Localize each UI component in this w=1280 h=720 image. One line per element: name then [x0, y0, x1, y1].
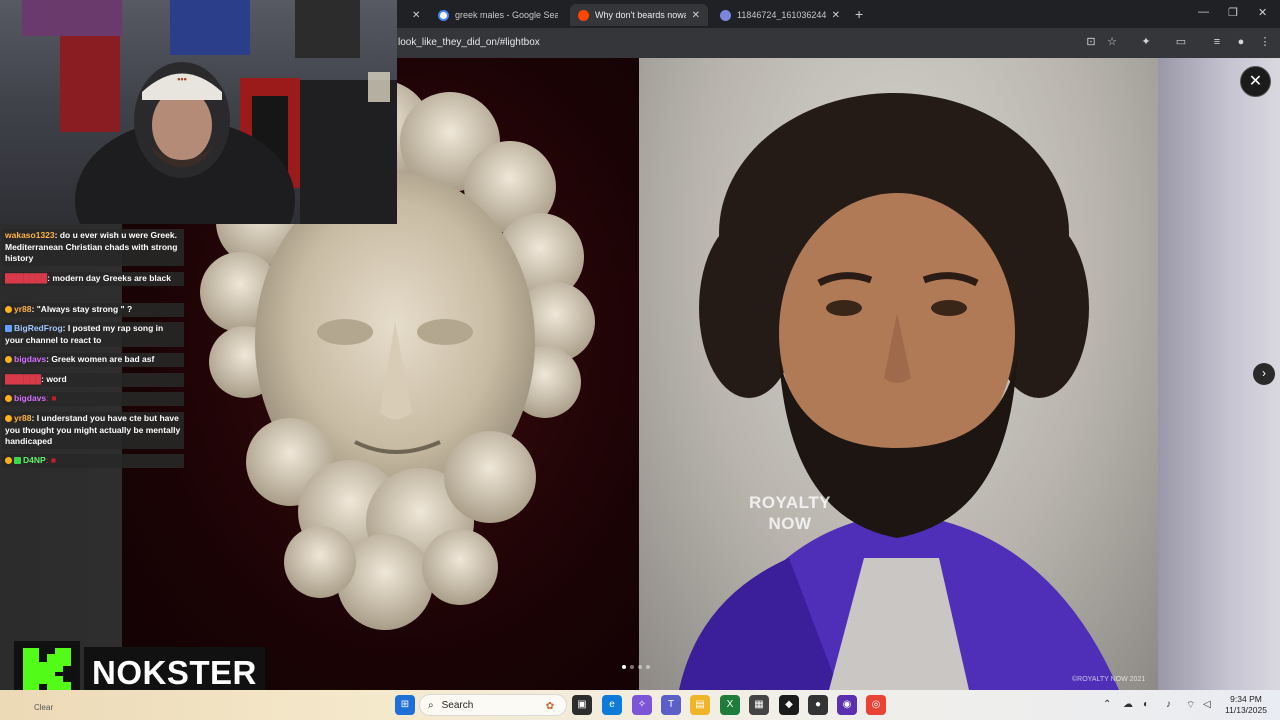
carousel-dot[interactable]: [622, 665, 626, 669]
carousel-dots: [622, 665, 650, 669]
chat-username: ███████: [5, 273, 48, 283]
maximize-icon[interactable]: ❐: [1228, 6, 1238, 19]
chat-text: : word: [41, 374, 67, 384]
reddit-favicon-icon: [578, 9, 589, 21]
browser-tab[interactable]: 11846724_1610362449210 ✕: [712, 4, 848, 26]
chat-username: yr88: [14, 304, 32, 314]
install-app-icon[interactable]: ⊡: [1084, 35, 1098, 49]
browser-tab-active[interactable]: Why don't beards nowad ✕: [570, 4, 708, 26]
chat-message: D4NP: ■: [2, 454, 184, 468]
chat-username: D4NP: [23, 455, 46, 465]
show-hidden-icons-icon[interactable]: ⌃: [1103, 699, 1111, 710]
cloud-icon[interactable]: ☁: [1123, 699, 1133, 710]
browser-tab[interactable]: greek males - Google Sea: [430, 4, 566, 26]
obs-icon[interactable]: ●: [808, 695, 828, 715]
google-favicon-icon: [438, 9, 449, 21]
search-highlight-icon: ✿: [545, 701, 555, 712]
windows-start-icon[interactable]: ⊞: [395, 695, 415, 715]
carousel-dot[interactable]: [646, 665, 650, 669]
search-label: Search: [441, 699, 474, 711]
tray-app-icon[interactable]: ◐: [1143, 699, 1149, 710]
tab-close-icon[interactable]: ✕: [832, 10, 840, 21]
teams-icon[interactable]: T: [661, 695, 681, 715]
tab-close-icon[interactable]: ✕: [412, 10, 420, 21]
chat-username: ██████: [5, 374, 42, 384]
portrait-illustration: [679, 93, 1119, 690]
subscriber-badge-icon: [5, 306, 12, 313]
svg-text:•••: •••: [177, 74, 186, 84]
tab-title: 11846724_1610362449210: [737, 10, 826, 20]
site-favicon-icon: [720, 9, 731, 21]
chat-message: bigdavs: Greek women are bad asf: [2, 353, 184, 367]
app-icon[interactable]: ◆: [779, 695, 799, 715]
microphone-icon[interactable]: ♪: [1166, 699, 1171, 710]
excel-icon[interactable]: X: [720, 695, 740, 715]
taskbar-clock[interactable]: 9:34 PM 11/13/2025: [1220, 694, 1272, 716]
chat-text: : I understand you have cte but have you…: [5, 413, 181, 446]
weather-widget[interactable]: Clear: [34, 703, 53, 712]
copilot-icon[interactable]: ✧: [632, 695, 652, 715]
chat-text: : Greek women are bad asf: [46, 354, 155, 364]
chat-message: BigRedFrog: I posted my rap song in your…: [2, 322, 184, 347]
subscriber-badge-icon: [5, 457, 12, 464]
tab-close-icon[interactable]: ✕: [692, 10, 700, 21]
webcam-overlay: •••: [0, 0, 397, 224]
chat-username: yr88: [14, 413, 32, 423]
webcam-feed-illustration: •••: [22, 0, 397, 224]
browser-tab[interactable]: e ✕: [398, 4, 428, 26]
chat-message: wakaso1323: do u ever wish u were Greek.…: [2, 229, 184, 266]
subscriber-badge-icon: [5, 395, 12, 402]
subscriber-badge-icon: [5, 415, 12, 422]
chat-emote: : ■: [45, 455, 57, 465]
chat-username: bigdavs: [14, 393, 47, 403]
chat-username: BigRedFrog: [14, 323, 63, 333]
carousel-dot[interactable]: [638, 665, 642, 669]
tab-title: Why don't beards nowad: [595, 10, 686, 20]
discord-icon[interactable]: ◉: [837, 695, 857, 715]
next-image-button[interactable]: ›: [1253, 363, 1275, 385]
task-view-icon[interactable]: ▣: [572, 695, 592, 715]
reading-list-icon[interactable]: ≡: [1210, 35, 1224, 49]
file-explorer-icon[interactable]: ▤: [690, 695, 710, 715]
close-window-icon[interactable]: ✕: [1258, 6, 1267, 19]
bookmark-star-icon[interactable]: ☆: [1105, 35, 1119, 49]
chat-message: ██████: word: [2, 373, 184, 387]
store-icon[interactable]: ▦: [749, 695, 769, 715]
extensions-icon[interactable]: ✦: [1139, 35, 1153, 49]
reconstructed-portrait-image: [639, 58, 1158, 690]
profile-icon[interactable]: ●: [1234, 35, 1248, 49]
chat-text: : modern day Greeks are black: [47, 273, 171, 283]
chat-message: yr88: I understand you have cte but have…: [2, 412, 184, 449]
chat-username: bigdavs: [14, 354, 47, 364]
lightbox-close-button[interactable]: ✕: [1240, 66, 1271, 97]
chat-overlay: wakaso1323: do u ever wish u were Greek.…: [0, 224, 184, 472]
minimize-icon[interactable]: —: [1198, 6, 1209, 18]
url-field[interactable]: look_like_they_did_on/#lightbox: [398, 37, 540, 48]
chat-message: ███████: modern day Greeks are black: [2, 272, 184, 286]
search-icon: ⌕: [428, 699, 434, 711]
more-menu-icon[interactable]: ⋮: [1258, 35, 1272, 49]
chat-text: : "Always stay strong " ?: [31, 304, 133, 314]
image-copyright: ©ROYALTY NOW 2021: [1072, 676, 1146, 683]
subscriber-badge-icon: [5, 356, 12, 363]
new-tab-button[interactable]: +: [855, 6, 863, 22]
image-watermark: ROYALTY NOW: [749, 493, 831, 533]
edge-icon[interactable]: e: [602, 695, 622, 715]
tab-title: greek males - Google Sea: [455, 10, 558, 20]
chat-username: wakaso1323: [5, 230, 55, 240]
chat-message: yr88: "Always stay strong " ?: [2, 303, 184, 317]
wifi-icon[interactable]: ⌔: [1186, 699, 1195, 712]
moderator-badge-icon: [14, 457, 21, 464]
carousel-dot[interactable]: [630, 665, 634, 669]
chrome-icon[interactable]: ◎: [866, 695, 886, 715]
bot-badge-icon: [5, 325, 12, 332]
chat-message: bigdavs: ■: [2, 392, 184, 406]
sidebar-icon[interactable]: ▭: [1174, 35, 1188, 49]
clock-time: 9:34 PM: [1230, 694, 1262, 704]
chat-emote: : ■: [46, 393, 57, 403]
volume-icon[interactable]: ◁: [1203, 699, 1211, 710]
clock-date: 11/13/2025: [1225, 705, 1267, 715]
